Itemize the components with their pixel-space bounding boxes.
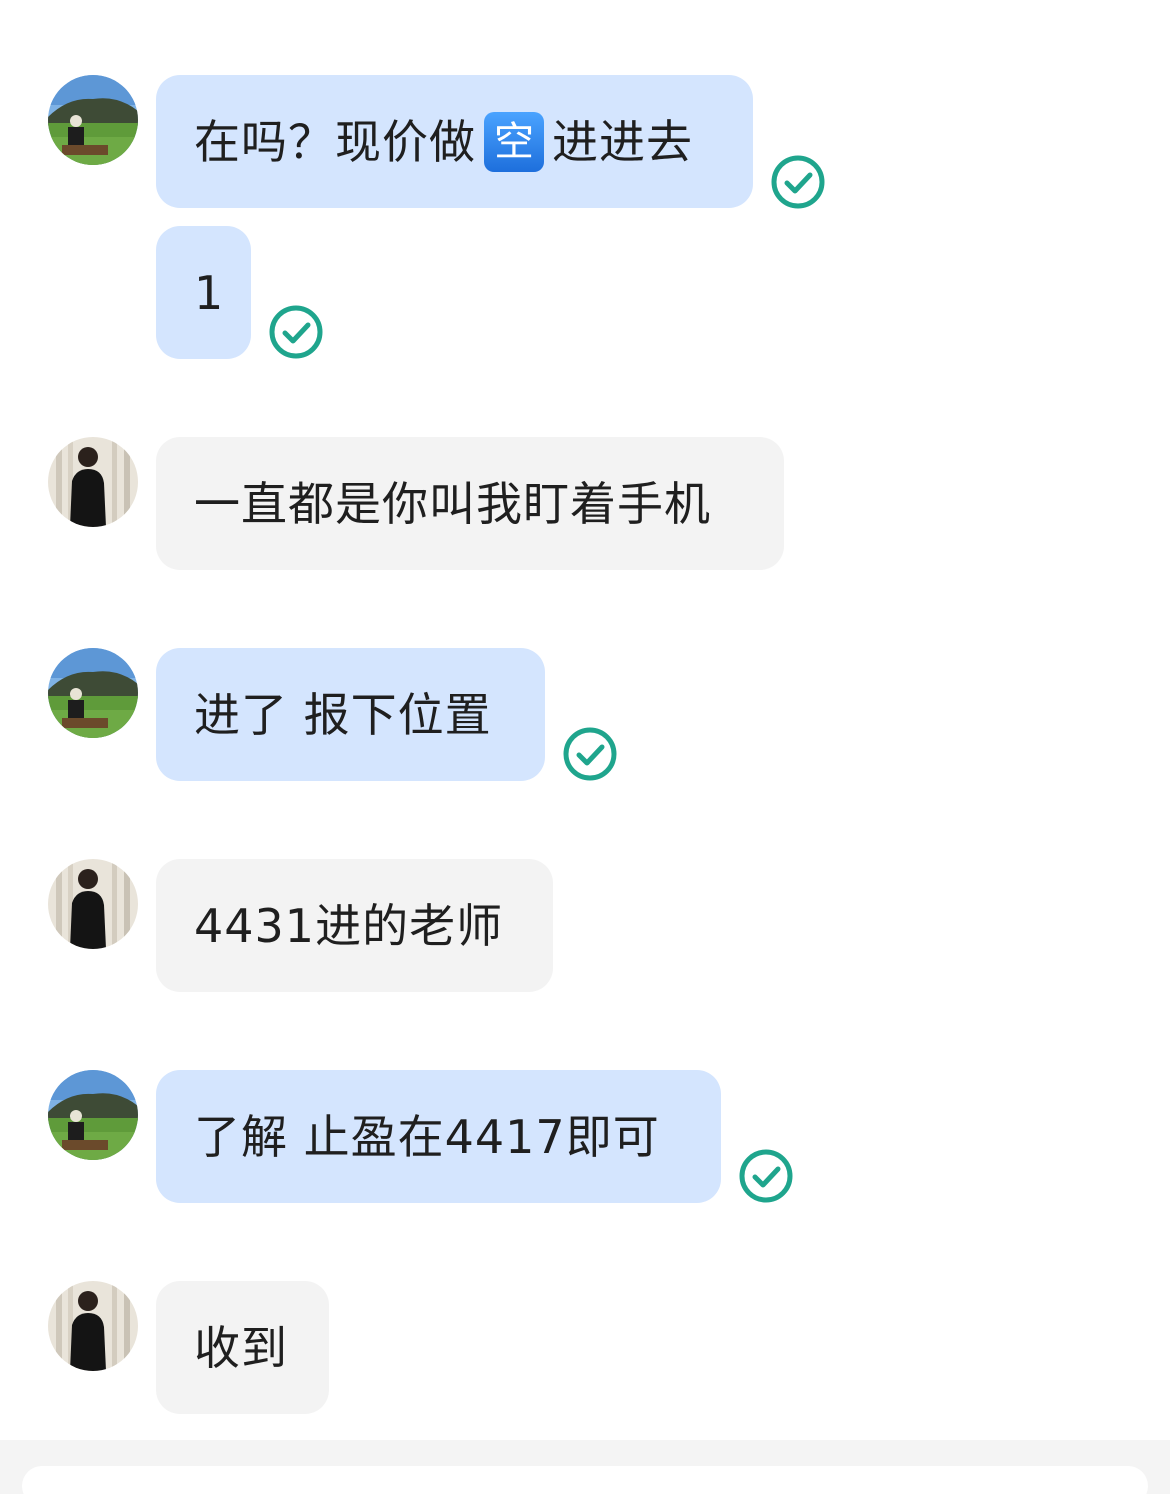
- message-text: 进了 报下位置: [194, 687, 492, 742]
- contact-avatar[interactable]: [48, 859, 138, 949]
- contact-avatar[interactable]: [48, 1281, 138, 1371]
- message-bubble[interactable]: 一直都是你叫我盯着手机: [156, 437, 784, 570]
- read-check-icon: [738, 1148, 794, 1204]
- avatar-image: [48, 437, 138, 527]
- message-text: 4431进的老师: [194, 898, 504, 953]
- message-bubble[interactable]: 在吗？现价做空进进去: [156, 75, 753, 208]
- read-check-icon: [268, 304, 324, 360]
- message-text: 1: [194, 265, 225, 320]
- message-bubble[interactable]: 4431进的老师: [156, 859, 553, 992]
- message-bubble[interactable]: 收到: [156, 1281, 329, 1414]
- sender-avatar[interactable]: [48, 75, 138, 165]
- message-text: 在吗？现价做: [194, 114, 476, 169]
- message-text: 收到: [194, 1320, 288, 1375]
- avatar-image: [48, 859, 138, 949]
- message-bubble[interactable]: 了解 止盈在4417即可: [156, 1070, 721, 1203]
- sender-avatar[interactable]: [48, 1070, 138, 1160]
- avatar-image: [48, 1281, 138, 1371]
- avatar-image: [48, 1070, 138, 1160]
- message-text: 一直都是你叫我盯着手机: [194, 476, 711, 531]
- contact-avatar[interactable]: [48, 437, 138, 527]
- message-bubble[interactable]: 进了 报下位置: [156, 648, 545, 781]
- avatar-image: [48, 75, 138, 165]
- message-text: 进进去: [552, 114, 693, 169]
- message-input[interactable]: [22, 1466, 1148, 1506]
- avatar-image: [48, 648, 138, 738]
- read-check-icon: [562, 726, 618, 782]
- emoji-kong: 空: [484, 111, 544, 172]
- sender-avatar[interactable]: [48, 648, 138, 738]
- message-text: 了解 止盈在4417即可: [194, 1109, 660, 1164]
- message-bubble[interactable]: 1: [156, 226, 251, 359]
- read-check-icon: [770, 154, 826, 210]
